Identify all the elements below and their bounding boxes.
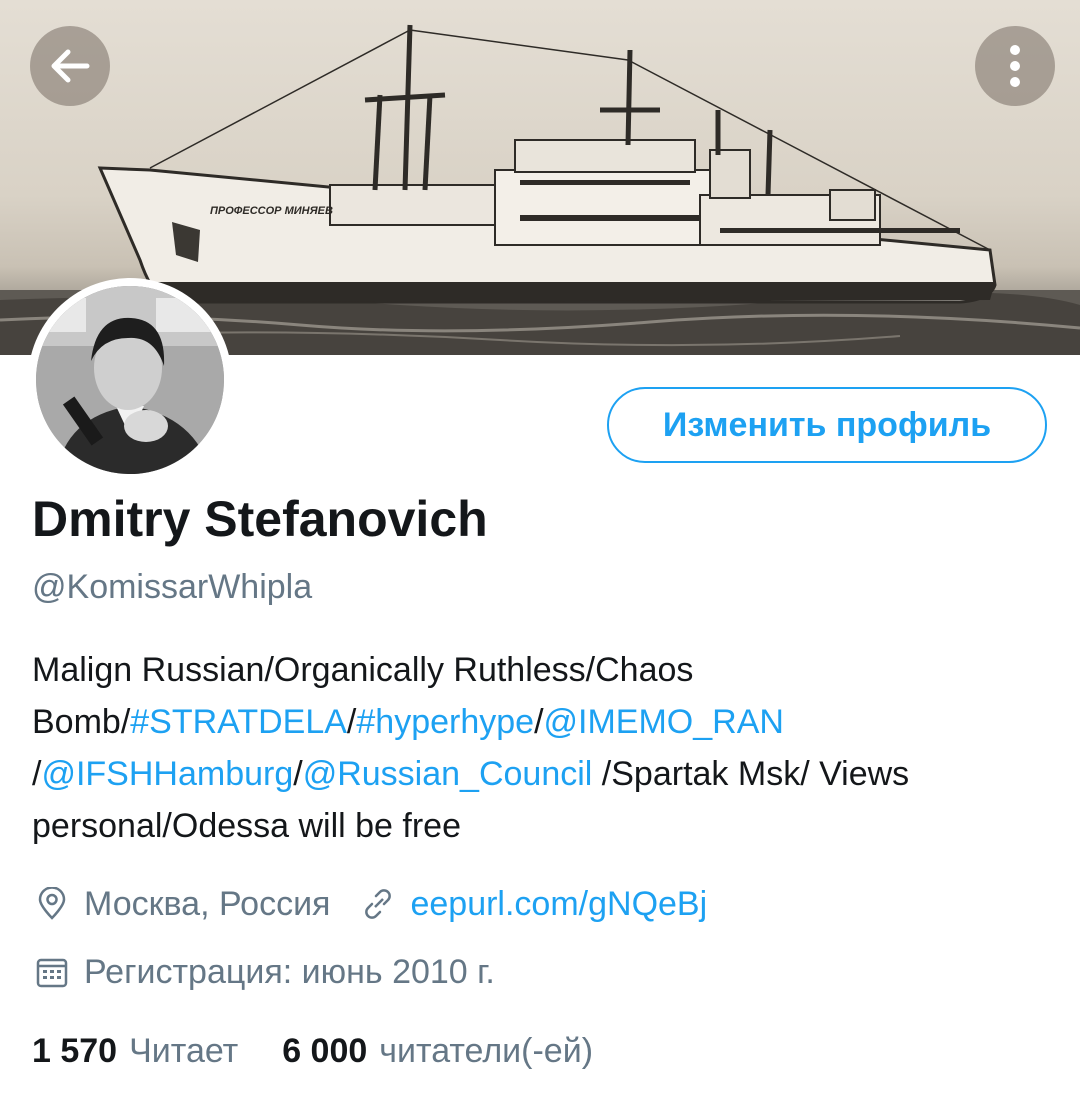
following-count-link[interactable]: 1 570 Читает: [32, 1032, 238, 1071]
location-text: Москва, Россия: [84, 884, 331, 923]
arrow-left-icon: [47, 43, 93, 89]
bio-link[interactable]: #hyperhype: [356, 703, 534, 741]
bio-text: /: [346, 703, 357, 741]
link-icon: [358, 884, 398, 924]
bio-link[interactable]: @IFSHHamburg: [41, 755, 293, 793]
followers-count: 6 000: [282, 1032, 368, 1070]
profile-bio: Malign Russian/Organically Ruthless/Chao…: [32, 644, 1052, 852]
joined-date-text: Регистрация: июнь 2010 г.: [84, 952, 495, 991]
bio-text: /: [293, 755, 303, 793]
profile-meta-location-url: Москва, Россия eepurl.com/gNQeBj: [32, 884, 707, 924]
location-pin-icon: [32, 884, 72, 924]
profile-stats: 1 570 Читает 6 000 читатели(-ей): [32, 1032, 593, 1071]
bio-link[interactable]: @IMEMO_RAN: [544, 703, 784, 741]
profile-meta-joined: Регистрация: июнь 2010 г.: [32, 952, 495, 992]
ship-name-text: ПРОФЕССОР МИНЯЕВ: [210, 205, 333, 217]
followers-label: читатели(-ей): [379, 1032, 594, 1070]
profile-url-link[interactable]: eepurl.com/gNQeBj: [410, 885, 707, 924]
profile-handle: @KomissarWhipla: [32, 568, 313, 606]
bio-text: /: [534, 703, 544, 741]
avatar-photo: [36, 286, 224, 474]
bio-link[interactable]: #STRATDELA: [130, 703, 347, 741]
bio-link[interactable]: @Russian_Council: [303, 755, 593, 793]
more-options-button[interactable]: [975, 26, 1055, 106]
edit-profile-button[interactable]: Изменить профиль: [607, 387, 1047, 463]
following-label: Читает: [129, 1032, 239, 1070]
calendar-icon: [32, 952, 72, 992]
following-count: 1 570: [32, 1032, 118, 1070]
more-vertical-icon: [1005, 41, 1025, 91]
avatar[interactable]: [28, 278, 232, 482]
back-button[interactable]: [30, 26, 110, 106]
profile-name: Dmitry Stefanovich: [32, 491, 488, 547]
followers-count-link[interactable]: 6 000 читатели(-ей): [282, 1032, 593, 1071]
